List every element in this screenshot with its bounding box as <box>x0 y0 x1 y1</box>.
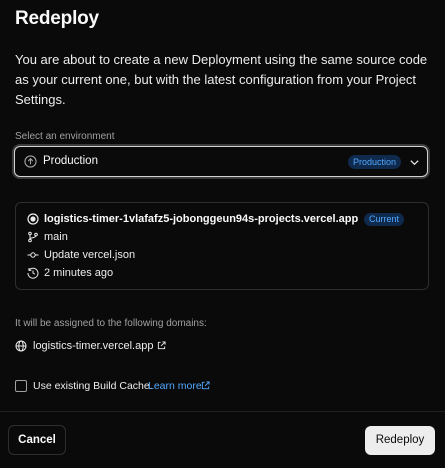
domain-link[interactable]: logistics-timer.vercel.app <box>33 340 153 352</box>
redeploy-button[interactable]: Redeploy <box>365 426 435 455</box>
environment-label: Select an environment <box>15 131 115 142</box>
commit-message: Update vercel.json <box>44 249 136 261</box>
chevron-down-icon <box>410 160 419 166</box>
arrow-up-circle-icon <box>24 155 37 168</box>
modal-description: You are about to create a new Deployment… <box>15 52 428 107</box>
globe-icon <box>15 340 27 352</box>
deployment-time: 2 minutes ago <box>44 267 114 279</box>
external-link-icon <box>201 381 210 390</box>
clock-history-icon <box>27 267 39 279</box>
current-deployment-card: logistics-timer-1vlafafz5-jobonggeun94s-… <box>15 202 429 290</box>
build-cache-label: Use existing Build Cache. <box>33 380 153 392</box>
modal-title: Redeploy <box>15 8 99 29</box>
modal-footer: Cancel Redeploy <box>0 411 445 468</box>
learn-more-link[interactable]: Learn more <box>148 380 202 392</box>
current-badge: Current <box>364 213 405 226</box>
environment-badge: Production <box>348 155 402 169</box>
git-commit-icon <box>27 252 39 258</box>
deployment-url: logistics-timer-1vlafafz5-jobonggeun94s-… <box>44 213 359 225</box>
branch-name: main <box>44 231 68 243</box>
build-cache-checkbox[interactable] <box>15 380 27 392</box>
git-branch-icon <box>28 231 38 243</box>
redeploy-modal: Redeploy You are about to create a new D… <box>0 0 445 468</box>
domains-label: It will be assigned to the following dom… <box>15 318 207 329</box>
environment-selected-value: Production <box>43 155 98 167</box>
environment-select[interactable]: Production Production <box>14 146 428 177</box>
cancel-button[interactable]: Cancel <box>8 425 66 455</box>
external-link-icon <box>157 341 166 350</box>
radio-selected-icon <box>27 213 39 225</box>
